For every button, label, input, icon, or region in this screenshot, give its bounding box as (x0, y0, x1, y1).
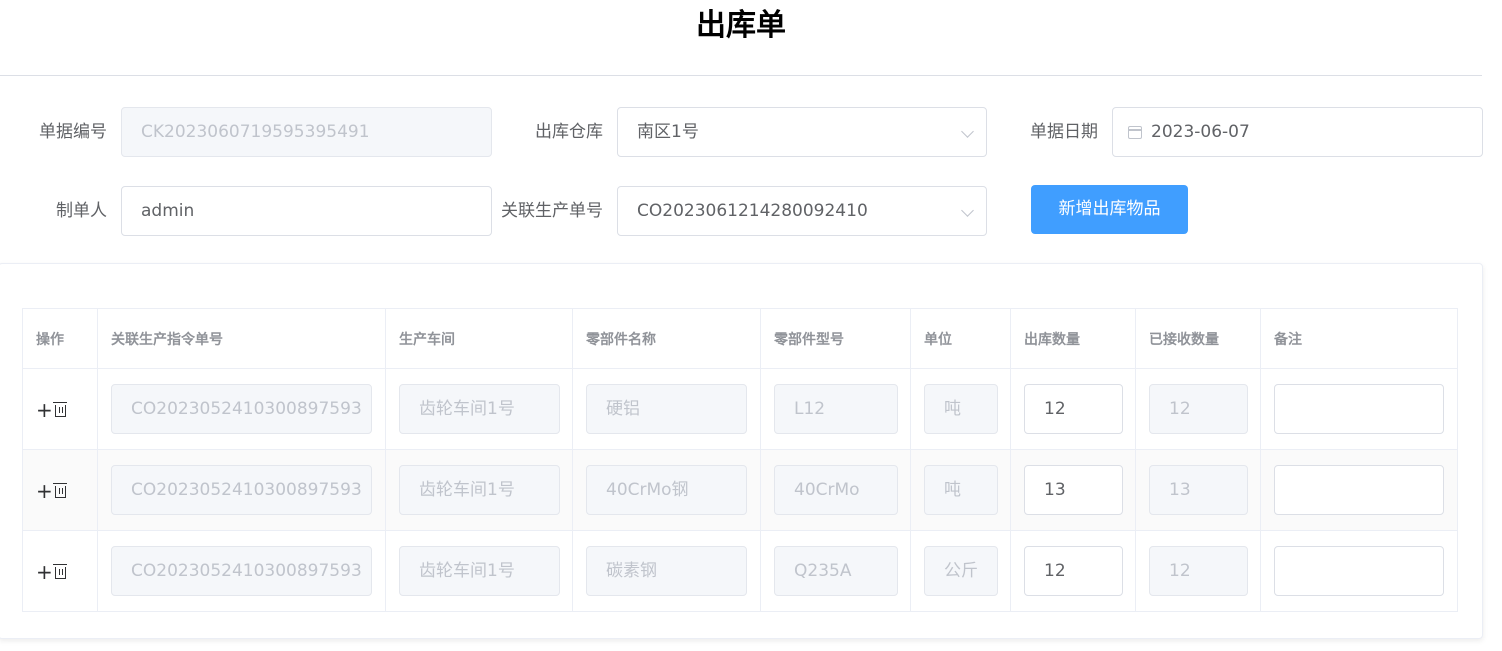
header-remark: 备注 (1260, 308, 1458, 369)
part-name-field: 硬铝 (586, 384, 747, 434)
warehouse-select-value: 南区1号 (637, 122, 699, 142)
order-no-field: CO2023052410300897593 (111, 384, 372, 434)
doc-date-value: 2023-06-07 (1151, 122, 1250, 142)
unit-field: 吨 (924, 465, 998, 515)
doc-no-field: CK2023060719595395491 (121, 107, 492, 157)
header-out-qty: 出库数量 (1010, 308, 1136, 369)
chevron-down-icon (961, 125, 974, 138)
received-qty-field: 13 (1149, 465, 1248, 515)
doc-date-picker[interactable]: 2023-06-07 (1112, 107, 1483, 157)
received-qty-field: 12 (1149, 546, 1248, 596)
workshop-field: 齿轮车间1号 (399, 384, 560, 434)
workshop-field: 齿轮车间1号 (399, 465, 560, 515)
creator-label: 制单人 (56, 201, 107, 221)
production-order-label: 关联生产单号 (501, 201, 603, 221)
order-no-field: CO2023052410300897593 (111, 546, 372, 596)
part-name-field: 碳素钢 (586, 546, 747, 596)
chevron-down-icon (961, 204, 974, 217)
header-workshop: 生产车间 (385, 308, 573, 369)
add-row-icon[interactable]: + (36, 400, 53, 420)
doc-no-label: 单据编号 (39, 122, 107, 142)
received-qty-field: 12 (1149, 384, 1248, 434)
order-no-field: CO2023052410300897593 (111, 465, 372, 515)
add-outbound-item-button[interactable]: 新增出库物品 (1031, 185, 1188, 234)
out-qty-input[interactable]: 13 (1024, 465, 1123, 515)
remark-input[interactable] (1274, 465, 1444, 515)
table-header-row: 操作 关联生产指令单号 生产车间 零部件名称 零部件型号 单位 出库数量 已接收… (22, 308, 1458, 369)
warehouse-label: 出库仓库 (535, 122, 603, 142)
delete-row-icon[interactable] (52, 482, 67, 498)
production-order-select[interactable]: CO2023061214280092410 (617, 186, 987, 236)
add-row-icon[interactable]: + (36, 562, 53, 582)
table-row: + CO2023052410300897593 齿轮车间1号 硬铝 L12 吨 … (22, 368, 1458, 450)
header-part-name: 零部件名称 (572, 308, 761, 369)
out-qty-input[interactable]: 12 (1024, 384, 1123, 434)
delete-row-icon[interactable] (52, 401, 67, 417)
unit-field: 吨 (924, 384, 998, 434)
warehouse-select[interactable]: 南区1号 (617, 107, 987, 157)
remark-input[interactable] (1274, 546, 1444, 596)
unit-field: 公斤 (924, 546, 998, 596)
out-qty-input[interactable]: 12 (1024, 546, 1123, 596)
table-row: + CO2023052410300897593 齿轮车间1号 碳素钢 Q235A… (22, 530, 1458, 612)
header-received-qty: 已接收数量 (1135, 308, 1261, 369)
outbound-items-table: 操作 关联生产指令单号 生产车间 零部件名称 零部件型号 单位 出库数量 已接收… (22, 308, 1458, 612)
remark-input[interactable] (1274, 384, 1444, 434)
header-ops: 操作 (22, 308, 98, 369)
creator-field[interactable]: admin (121, 186, 492, 236)
header-part-model: 零部件型号 (760, 308, 911, 369)
calendar-icon (1128, 126, 1142, 139)
part-model-field: L12 (774, 384, 898, 434)
doc-date-label: 单据日期 (1030, 122, 1098, 142)
title-divider (0, 75, 1482, 76)
part-model-field: Q235A (774, 546, 898, 596)
page-title: 出库单 (696, 8, 786, 43)
header-unit: 单位 (910, 308, 1011, 369)
part-model-field: 40CrMo (774, 465, 898, 515)
header-order-no: 关联生产指令单号 (97, 308, 386, 369)
production-order-select-value: CO2023061214280092410 (637, 201, 868, 221)
delete-row-icon[interactable] (52, 563, 67, 579)
table-row: + CO2023052410300897593 齿轮车间1号 40CrMo钢 4… (22, 449, 1458, 531)
part-name-field: 40CrMo钢 (586, 465, 747, 515)
workshop-field: 齿轮车间1号 (399, 546, 560, 596)
add-row-icon[interactable]: + (36, 481, 53, 501)
